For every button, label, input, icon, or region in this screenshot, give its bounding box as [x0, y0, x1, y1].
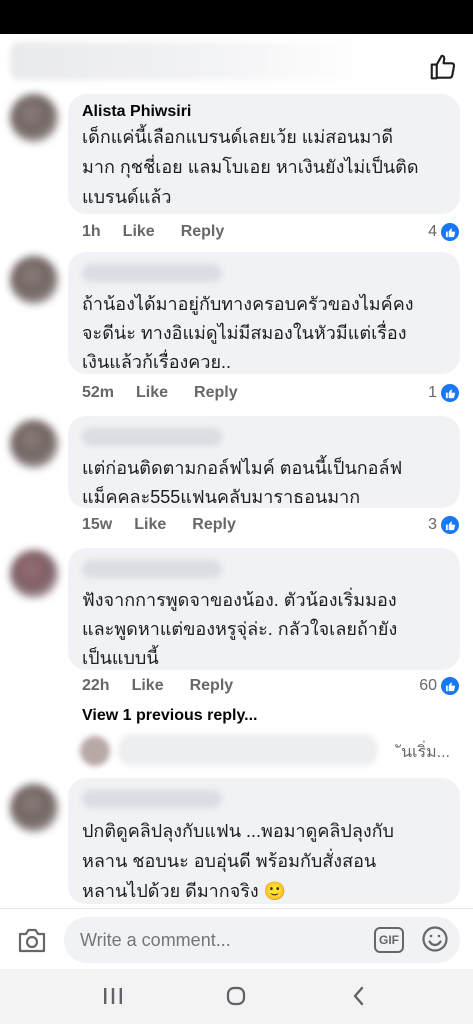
reply-preview-text: ันเริ่ม... [401, 744, 450, 761]
comment-time[interactable]: 52m [82, 384, 114, 402]
comment-bubble[interactable]: ถ้าน้องได้มาอยู่กับทางครอบครัวของไมค์คง … [68, 252, 460, 374]
avatar[interactable] [10, 550, 58, 598]
view-previous-replies-link[interactable]: View 1 previous reply... [82, 707, 257, 725]
reply-link[interactable]: Reply [194, 384, 238, 402]
comment-time[interactable]: 15w [82, 516, 112, 534]
comment-text: ถ้าน้องได้มาอยู่กับทางครอบครัวของไมค์คง … [82, 294, 414, 372]
comment-bubble[interactable]: Alista Phiwsiri เด็กแค่นี้เลือกแบรนด์เลย… [68, 94, 460, 214]
smiley-icon[interactable] [421, 925, 449, 953]
like-reaction-icon [441, 384, 459, 402]
comment-text: ปกติดูคลิปลุงกับแฟน ...พอมาดูคลิปลุงกับ … [82, 821, 394, 901]
reply-link[interactable]: Reply [181, 223, 225, 241]
top-bar [0, 34, 473, 96]
avatar [80, 736, 110, 766]
comment-bubble[interactable]: ฟังจากการพูดจาของน้อง. ตัวน้องเริ่มมอง แ… [68, 548, 460, 670]
reaction-count: 1 [428, 384, 437, 401]
comment-actions: 52m Like Reply [82, 381, 238, 405]
status-bar [0, 0, 473, 34]
comment-bubble[interactable]: ปกติดูคลิปลุงกับแฟน ...พอมาดูคลิปลุงกับ … [68, 778, 460, 904]
reply-preview[interactable]: ันเริ่ม... [78, 730, 458, 770]
comment-text: เด็กแค่นี้เลือกแบรนด์เลยเว้ย แม่สอนมาดี … [82, 127, 419, 207]
comment-text: แต่ก่อนติดตามกอล์ฟไมค์ ตอนนี้เป็นกอล์ฟ แ… [82, 458, 403, 507]
comment-author-blurred[interactable] [82, 790, 222, 808]
reaction-count: 3 [428, 516, 437, 533]
avatar[interactable] [10, 94, 58, 142]
avatar[interactable] [10, 420, 58, 468]
like-reaction-icon [441, 516, 459, 534]
avatar[interactable] [10, 256, 58, 304]
comment-time[interactable]: 1h [82, 223, 101, 241]
like-link[interactable]: Like [123, 223, 155, 241]
comment-composer: GIF [0, 909, 473, 969]
comment-text: ฟังจากการพูดจาของน้อง. ตัวน้องเริ่มมอง แ… [82, 590, 398, 668]
comment-author-blurred[interactable] [82, 428, 222, 446]
like-reaction-icon [441, 223, 459, 241]
reaction-summary[interactable]: 4 [428, 220, 459, 244]
comment-author-blurred[interactable] [82, 560, 222, 578]
avatar[interactable] [10, 784, 58, 832]
back-icon[interactable] [344, 983, 374, 1009]
reply-link[interactable]: Reply [190, 677, 234, 695]
comment-actions: 1h Like Reply [82, 220, 224, 244]
like-link[interactable]: Like [136, 384, 168, 402]
recents-icon[interactable] [98, 983, 128, 1009]
reaction-count: 60 [419, 677, 437, 694]
like-link[interactable]: Like [134, 516, 166, 534]
thumbs-up-outline-icon[interactable] [428, 52, 458, 82]
blurred-reply-content [118, 734, 378, 766]
camera-icon[interactable] [16, 925, 48, 955]
home-icon[interactable] [221, 983, 251, 1009]
blurred-header-content [10, 42, 370, 80]
like-reaction-icon [441, 677, 459, 695]
comment-time[interactable]: 22h [82, 677, 110, 695]
comment-bubble[interactable]: แต่ก่อนติดตามกอล์ฟไมค์ ตอนนี้เป็นกอล์ฟ แ… [68, 416, 460, 508]
comment-author-blurred[interactable] [82, 264, 222, 282]
gif-button[interactable]: GIF [374, 927, 404, 953]
reaction-summary[interactable]: 3 [428, 513, 459, 537]
comment-actions: 15w Like Reply [82, 513, 236, 537]
reply-link[interactable]: Reply [192, 516, 236, 534]
reaction-count: 4 [428, 223, 437, 240]
comment-actions: 22h Like Reply [82, 674, 233, 698]
reaction-summary[interactable]: 60 [419, 674, 459, 698]
system-nav-bar [0, 969, 473, 1024]
reaction-summary[interactable]: 1 [428, 381, 459, 405]
comment-author[interactable]: Alista Phiwsiri [82, 102, 448, 122]
like-link[interactable]: Like [132, 677, 164, 695]
